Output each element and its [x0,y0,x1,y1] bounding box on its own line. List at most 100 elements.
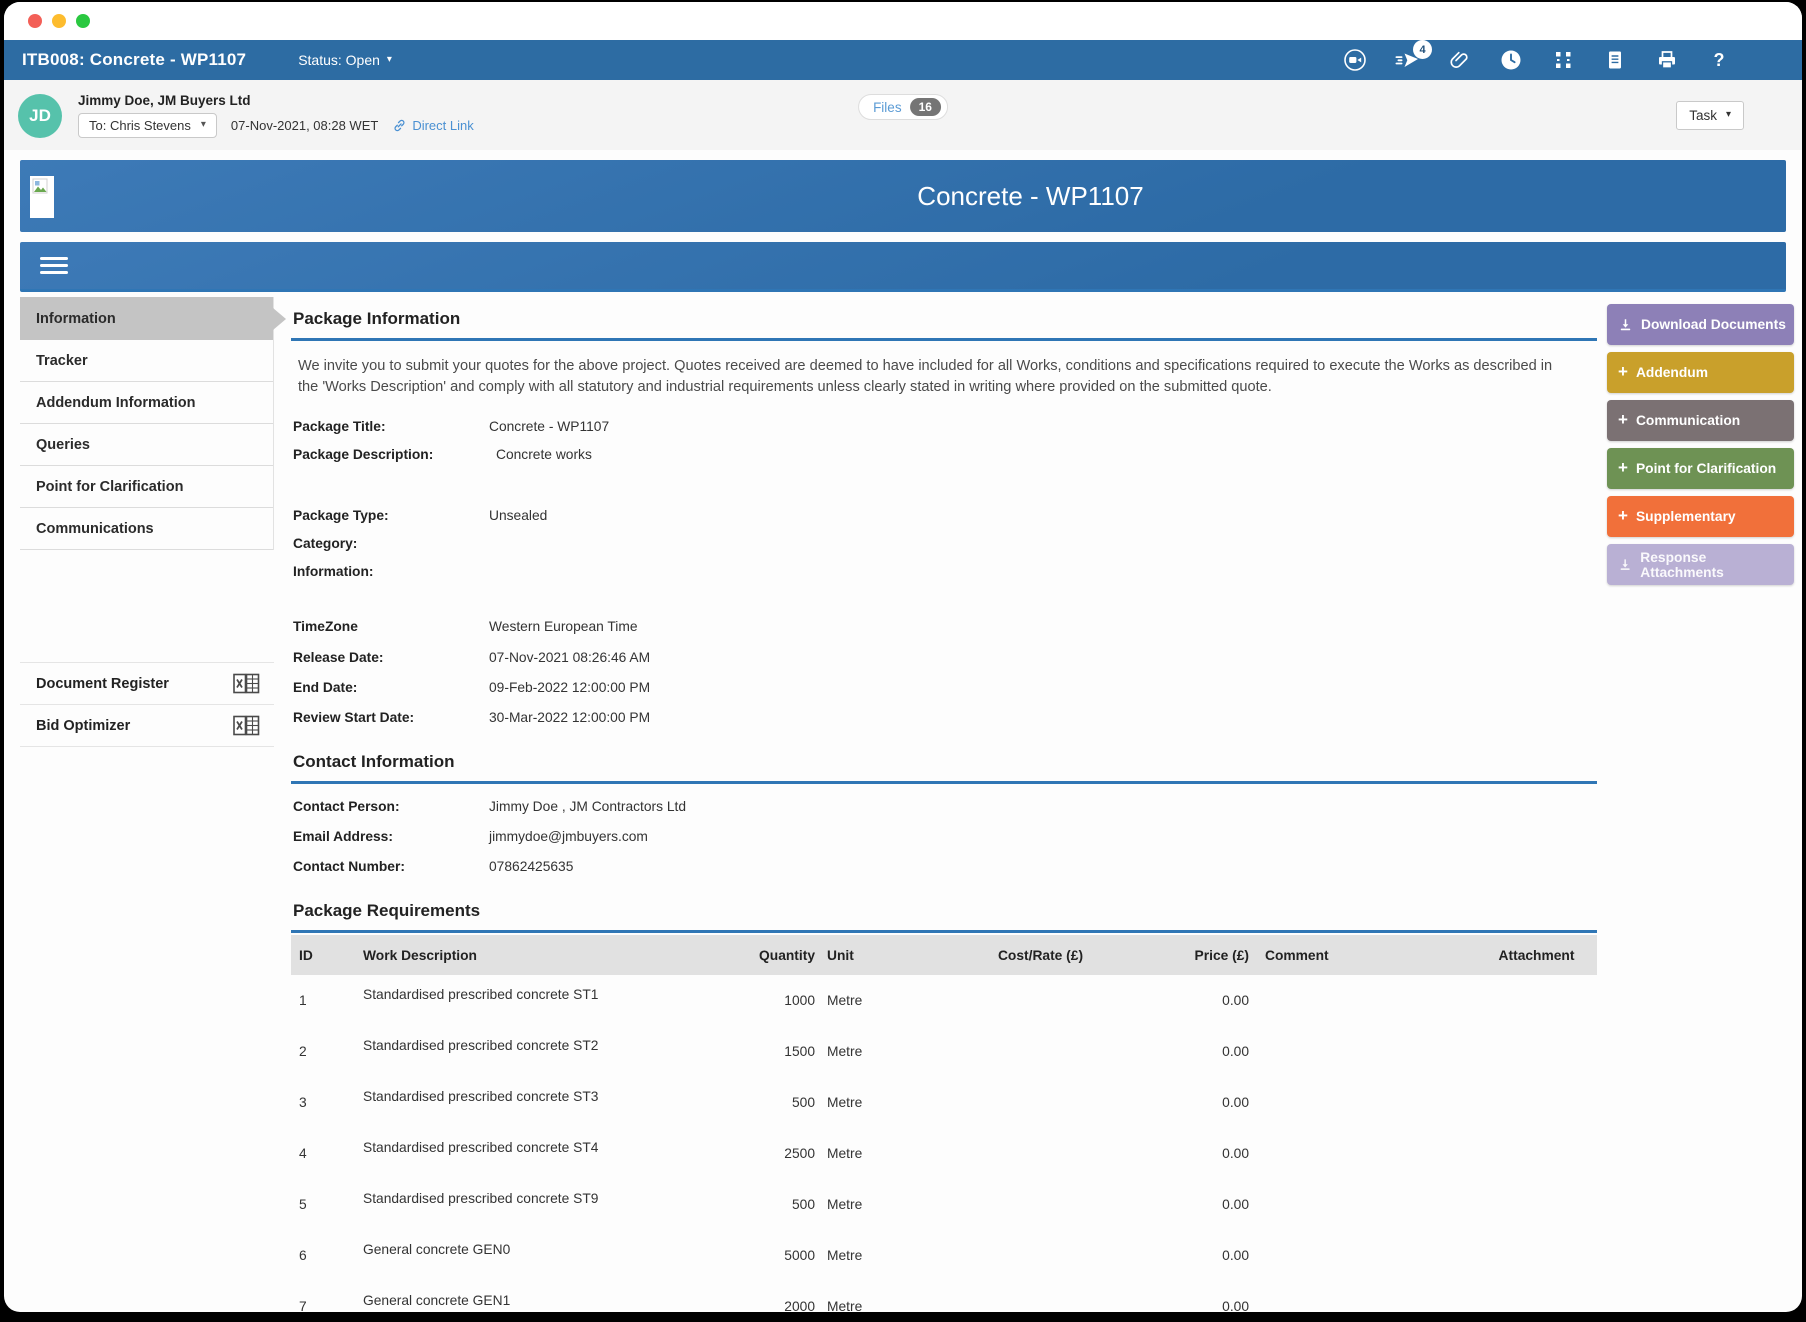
sidebar-item-tracker[interactable]: Tracker [20,340,273,382]
plus-icon: + [1618,411,1628,428]
recipient-dropdown[interactable]: To: Chris Stevens ▾ [78,113,217,138]
document-register-button[interactable]: Document Register [20,663,274,705]
field-package-type: Package Type: Unsealed [291,508,1597,523]
cell-price: 0.00 [1118,1077,1255,1128]
cell-cost-rate[interactable] [963,1281,1118,1312]
cell-price: 0.00 [1118,975,1255,1026]
sidebar-item-queries[interactable]: Queries [20,424,273,466]
section-heading-contact-information: Contact Information [291,738,1597,784]
table-row: 2 Standardised prescribed concrete ST2 1… [291,1026,1597,1077]
files-button[interactable]: Files 16 [858,94,948,120]
cell-price: 0.00 [1118,1281,1255,1312]
cell-cost-rate[interactable] [963,1077,1118,1128]
cell-work-description: Standardised prescribed concrete ST9 [359,1179,731,1230]
top-bar: ITB008: Concrete - WP1107 Status: Open ▾… [4,40,1802,80]
action-buttons: Download Documents + Addendum + Communic… [1607,297,1794,592]
cell-work-description: General concrete GEN1 [359,1281,731,1312]
cell-quantity: 1500 [731,1026,821,1077]
field-contact-number: Contact Number: 07862425635 [291,859,1597,874]
field-release-date: Release Date: 07-Nov-2021 08:26:46 AM [291,650,1597,665]
sidebar: Information Tracker Addendum Information… [20,297,274,747]
cell-attachment[interactable] [1476,1077,1597,1128]
chevron-down-icon: ▾ [387,55,392,65]
cell-attachment[interactable] [1476,975,1597,1026]
history-icon[interactable] [1498,48,1524,72]
help-icon[interactable]: ? [1706,48,1732,72]
status-dropdown[interactable]: Status: Open ▾ [298,52,392,68]
mac-titlebar [4,2,1802,40]
cell-quantity: 500 [731,1179,821,1230]
cell-cost-rate[interactable] [963,1026,1118,1077]
task-dropdown[interactable]: Task ▾ [1676,101,1744,130]
sender-name: Jimmy Doe, JM Buyers Ltd [78,93,474,108]
cell-cost-rate[interactable] [963,1179,1118,1230]
close-window-icon[interactable] [28,14,42,28]
download-documents-button[interactable]: Download Documents [1607,304,1794,345]
cell-price: 0.00 [1118,1026,1255,1077]
notification-badge: 4 [1413,40,1432,59]
cell-comment[interactable] [1255,1179,1476,1230]
broken-image-placeholder [30,176,54,218]
cell-unit: Metre [821,975,963,1026]
cell-attachment[interactable] [1476,1026,1597,1077]
cell-work-description: Standardised prescribed concrete ST3 [359,1077,731,1128]
files-count-badge: 16 [910,98,941,116]
requirements-table: ID Work Description Quantity Unit Cost/R… [291,935,1597,1312]
field-package-title: Package Title: Concrete - WP1107 [291,419,1597,434]
table-row: 4 Standardised prescribed concrete ST4 2… [291,1128,1597,1179]
document-icon[interactable] [1602,48,1628,72]
cell-comment[interactable] [1255,975,1476,1026]
cell-quantity: 1000 [731,975,821,1026]
video-icon[interactable] [1342,48,1368,72]
cell-attachment[interactable] [1476,1179,1597,1230]
add-addendum-button[interactable]: + Addendum [1607,352,1794,393]
field-contact-person: Contact Person: Jimmy Doe , JM Contracto… [291,799,1597,814]
banner-title: Concrete - WP1107 [20,181,1786,212]
app-window: ITB008: Concrete - WP1107 Status: Open ▾… [4,2,1802,1312]
cell-cost-rate[interactable] [963,1128,1118,1179]
send-icon[interactable]: 4 [1394,48,1420,72]
print-icon[interactable] [1654,48,1680,72]
direct-link[interactable]: Direct Link [392,118,473,133]
cell-comment[interactable] [1255,1026,1476,1077]
table-row: 5 Standardised prescribed concrete ST9 5… [291,1179,1597,1230]
sidebar-item-information[interactable]: Information [20,297,273,340]
cell-price: 0.00 [1118,1128,1255,1179]
table-header-row: ID Work Description Quantity Unit Cost/R… [291,935,1597,975]
zoom-window-icon[interactable] [76,14,90,28]
table-row: 1 Standardised prescribed concrete ST1 1… [291,975,1597,1026]
cell-attachment[interactable] [1476,1230,1597,1281]
cell-cost-rate[interactable] [963,1230,1118,1281]
add-point-for-clarification-button[interactable]: + Point for Clarification [1607,448,1794,489]
cell-attachment[interactable] [1476,1281,1597,1312]
apps-grid-icon[interactable] [1550,48,1576,72]
sidebar-item-point-for-clarification[interactable]: Point for Clarification [20,466,273,508]
attachment-icon[interactable] [1446,48,1472,72]
cell-id: 4 [291,1128,359,1179]
cell-comment[interactable] [1255,1128,1476,1179]
add-communication-button[interactable]: + Communication [1607,400,1794,441]
table-row: 7 General concrete GEN1 2000 Metre 0.00 [291,1281,1597,1312]
sidebar-item-addendum-information[interactable]: Addendum Information [20,382,273,424]
sidebar-item-communications[interactable]: Communications [20,508,273,550]
avatar: JD [18,94,62,138]
cell-attachment[interactable] [1476,1128,1597,1179]
cell-comment[interactable] [1255,1230,1476,1281]
bid-optimizer-button[interactable]: Bid Optimizer [20,705,274,747]
cell-comment[interactable] [1255,1281,1476,1312]
add-supplementary-button[interactable]: + Supplementary [1607,496,1794,537]
field-timezone: TimeZone Western European Time [291,619,1597,634]
cell-id: 1 [291,975,359,1026]
cell-cost-rate[interactable] [963,975,1118,1026]
cell-id: 7 [291,1281,359,1312]
response-attachments-button[interactable]: Response Attachments [1607,544,1794,585]
cell-id: 5 [291,1179,359,1230]
cell-unit: Metre [821,1128,963,1179]
chevron-down-icon: ▾ [201,120,206,130]
cell-id: 2 [291,1026,359,1077]
excel-icon [233,673,260,694]
page-title: ITB008: Concrete - WP1107 [22,50,246,70]
minimize-window-icon[interactable] [52,14,66,28]
hamburger-menu-icon[interactable] [40,253,68,278]
cell-comment[interactable] [1255,1077,1476,1128]
